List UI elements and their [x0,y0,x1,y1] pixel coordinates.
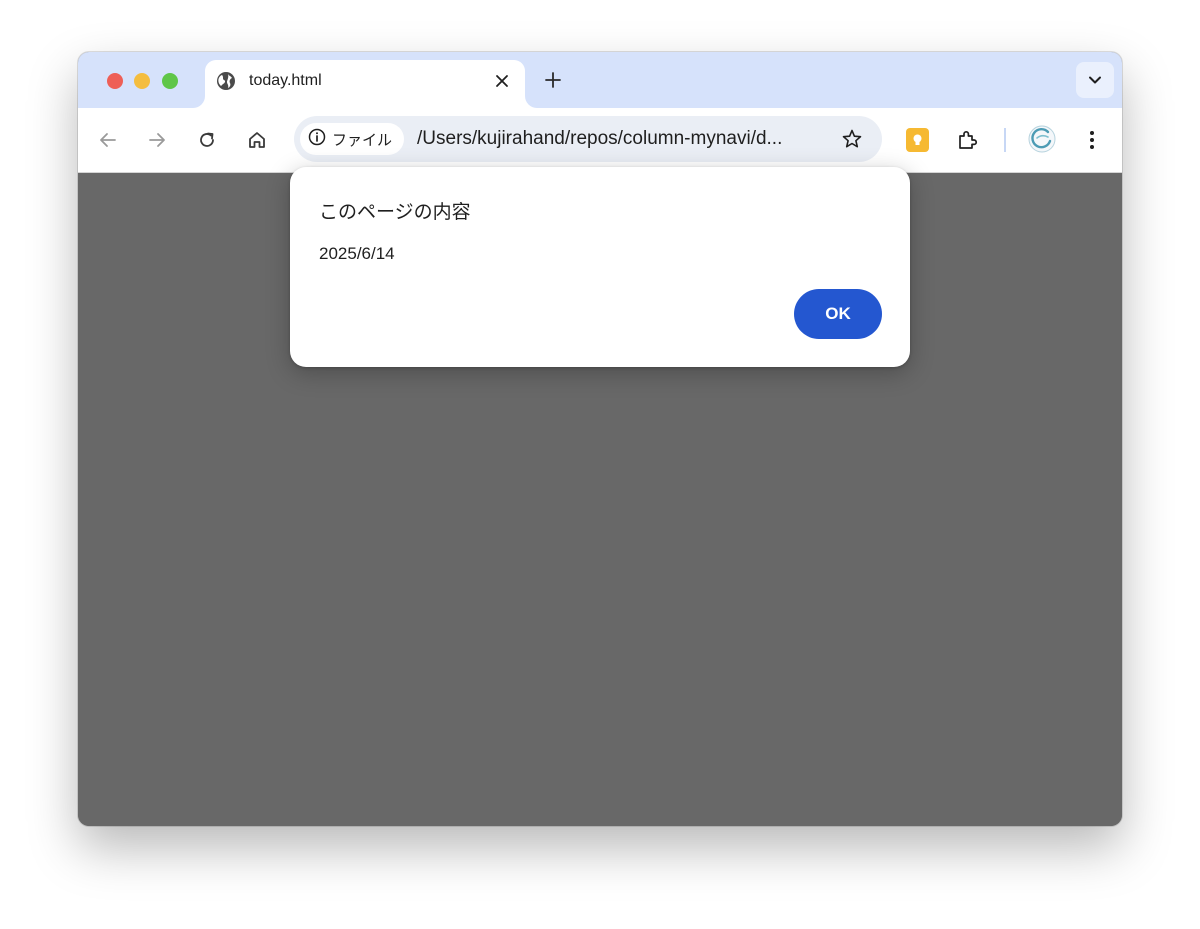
reload-icon[interactable] [193,126,221,154]
alert-dialog: このページの内容 2025/6/14 OK [290,167,910,367]
browser-toolbar: ファイル /Users/kujirahand/repos/column-myna… [78,108,1122,173]
puzzle-piece-icon[interactable] [954,126,982,154]
profile-avatar-icon[interactable] [1028,125,1056,153]
info-icon [308,128,326,151]
site-info-chip[interactable]: ファイル [300,123,405,155]
toolbar-divider [1004,128,1006,152]
zoom-window-button[interactable] [162,73,178,89]
dialog-message: 2025/6/14 [319,244,395,263]
dialog-title: このページの内容 [319,202,471,223]
tab-today-html[interactable]: today.html [205,60,525,108]
close-icon[interactable] [491,70,513,92]
home-icon[interactable] [243,126,271,154]
address-bar[interactable]: ファイル /Users/kujirahand/repos/column-myna… [294,116,882,162]
ok-button[interactable]: OK [794,289,882,339]
site-info-label: ファイル [332,131,393,149]
chevron-down-icon[interactable] [1076,62,1114,98]
tab-title: today.html [249,72,322,89]
close-window-button[interactable] [107,73,123,89]
plus-icon[interactable] [540,67,566,93]
forward-arrow-icon[interactable] [143,126,171,154]
url-text[interactable]: /Users/kujirahand/repos/column-mynavi/d.… [417,128,782,150]
keep-notes-icon[interactable] [906,128,929,152]
kebab-menu-icon[interactable] [1078,126,1106,154]
minimize-window-button[interactable] [134,73,150,89]
globe-icon [216,71,236,91]
tab-strip: today.html [78,52,1122,108]
star-icon[interactable] [840,127,864,151]
back-arrow-icon[interactable] [94,126,122,154]
